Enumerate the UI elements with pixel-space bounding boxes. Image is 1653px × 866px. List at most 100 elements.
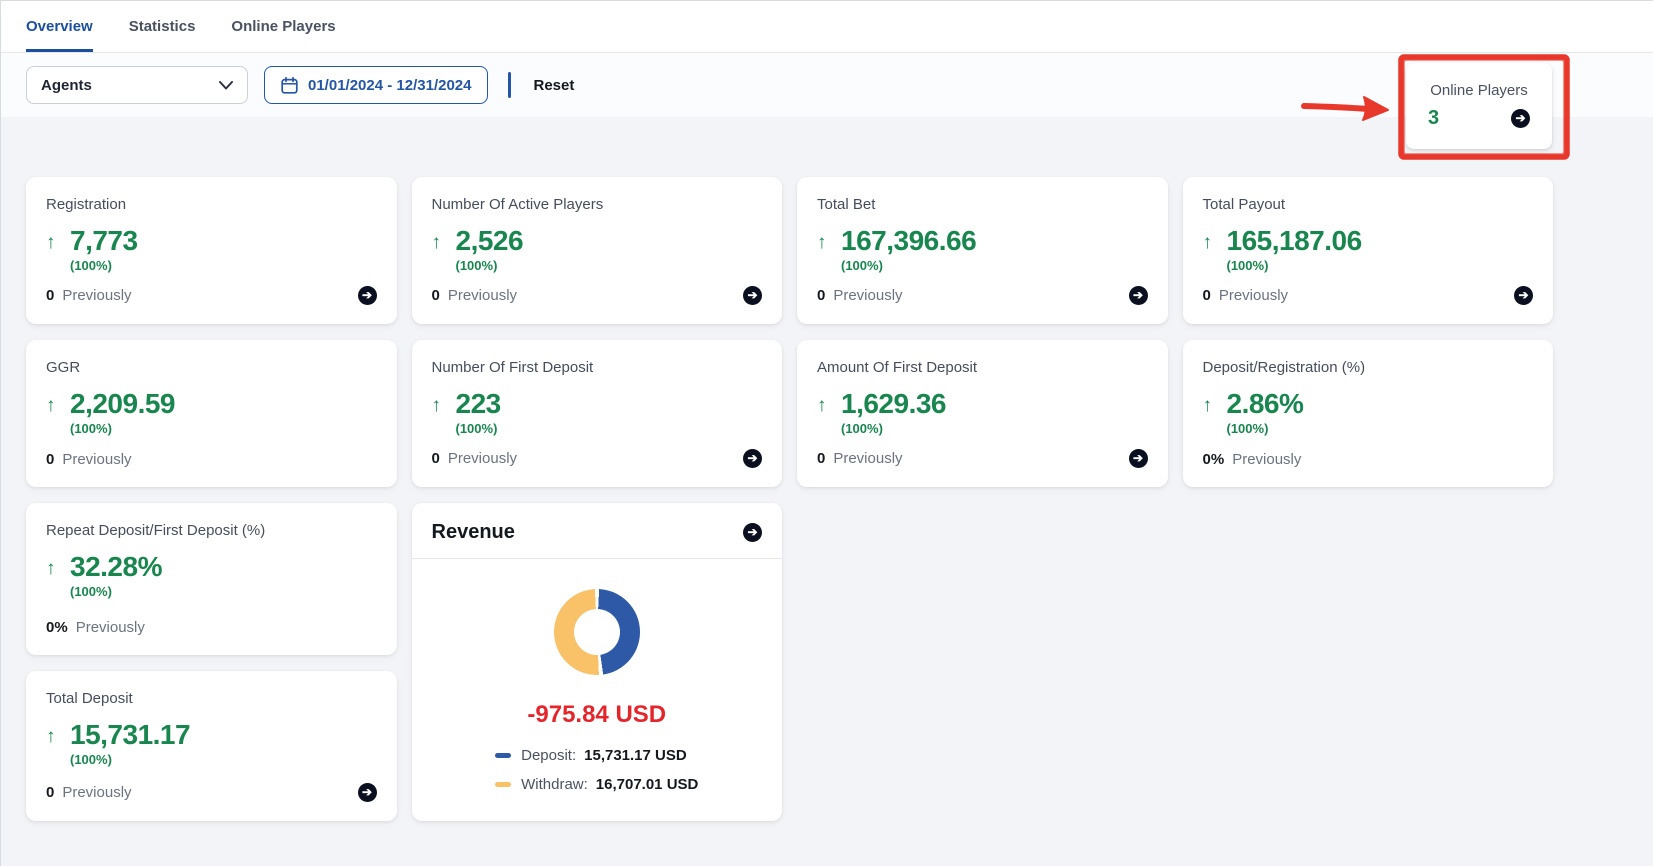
- card-title: Number Of Active Players: [432, 196, 763, 213]
- stat-card-registration: Registration ↑ 7,773 (100%) 0 Previously…: [26, 177, 397, 324]
- tab-statistics[interactable]: Statistics: [129, 1, 196, 52]
- up-arrow-icon: ↑: [817, 230, 841, 256]
- revenue-legend: Deposit: 15,731.17 USD Withdraw: 16,707.…: [495, 747, 698, 793]
- date-range-value: 01/01/2024 - 12/31/2024: [308, 77, 471, 94]
- previous-label: Previously: [62, 287, 131, 304]
- stat-card-total-payout: Total Payout ↑ 165,187.06 (100%) 0 Previ…: [1183, 177, 1554, 324]
- legend-value: 15,731.17 USD: [584, 747, 687, 764]
- card-value: 15,731.17: [70, 720, 190, 750]
- legend-item-deposit: Deposit: 15,731.17 USD: [495, 747, 698, 764]
- card-value: 165,187.06: [1227, 226, 1362, 256]
- arrow-circle-icon[interactable]: ➔: [743, 523, 762, 542]
- card-value: 223: [456, 389, 501, 419]
- filter-divider: [508, 72, 511, 98]
- card-percent: (100%): [70, 752, 190, 767]
- arrow-circle-icon[interactable]: ➔: [1511, 109, 1530, 128]
- previous-value: 0: [432, 287, 440, 304]
- previous-value: 0%: [1203, 451, 1225, 468]
- stat-card-first-deposit-amount: Amount Of First Deposit ↑ 1,629.36 (100%…: [797, 340, 1168, 487]
- tab-overview[interactable]: Overview: [26, 1, 93, 52]
- card-title: Repeat Deposit/First Deposit (%): [46, 522, 377, 539]
- card-title: Total Bet: [817, 196, 1148, 213]
- arrow-circle-icon[interactable]: ➔: [743, 449, 762, 468]
- card-percent: (100%): [70, 258, 138, 273]
- online-players-card: Online Players 3 ➔: [1406, 63, 1552, 149]
- previous-value: 0%: [46, 619, 68, 636]
- calendar-icon: [281, 77, 298, 94]
- legend-item-withdraw: Withdraw: 16,707.01 USD: [495, 776, 698, 793]
- card-value: 7,773: [70, 226, 138, 256]
- withdraw-legend-marker: [495, 782, 511, 787]
- card-value: 2,526: [456, 226, 524, 256]
- card-value: 32.28%: [70, 552, 162, 582]
- legend-value: 16,707.01 USD: [596, 776, 699, 793]
- previous-label: Previously: [833, 450, 902, 467]
- arrow-circle-icon[interactable]: ➔: [1514, 286, 1533, 305]
- arrow-circle-icon[interactable]: ➔: [743, 286, 762, 305]
- stat-card-first-deposit-count: Number Of First Deposit ↑ 223 (100%) 0 P…: [412, 340, 783, 487]
- date-range-picker[interactable]: 01/01/2024 - 12/31/2024: [264, 66, 488, 104]
- arrow-circle-icon[interactable]: ➔: [358, 286, 377, 305]
- online-players-label: Online Players: [1424, 82, 1534, 99]
- previous-label: Previously: [833, 287, 902, 304]
- up-arrow-icon: ↑: [1203, 393, 1227, 419]
- card-value: 1,629.36: [841, 389, 946, 419]
- agents-dropdown-label: Agents: [41, 77, 92, 94]
- card-percent: (100%): [1227, 421, 1304, 436]
- card-title: Amount Of First Deposit: [817, 359, 1148, 376]
- revenue-donut-chart: [554, 589, 640, 675]
- previous-label: Previously: [448, 450, 517, 467]
- card-percent: (100%): [841, 258, 976, 273]
- card-percent: (100%): [456, 421, 501, 436]
- stat-card-total-bet: Total Bet ↑ 167,396.66 (100%) 0 Previous…: [797, 177, 1168, 324]
- tab-online-players[interactable]: Online Players: [231, 1, 335, 52]
- revenue-card: Revenue ➔ -975.84 USD Deposit: 15,731.17…: [412, 503, 783, 821]
- up-arrow-icon: ↑: [432, 393, 456, 419]
- revenue-net-value: -975.84 USD: [527, 701, 666, 729]
- stat-card-active-players: Number Of Active Players ↑ 2,526 (100%) …: [412, 177, 783, 324]
- up-arrow-icon: ↑: [46, 556, 70, 582]
- card-title: Number Of First Deposit: [432, 359, 763, 376]
- previous-value: 0: [1203, 287, 1211, 304]
- stat-card-ggr: GGR ↑ 2,209.59 (100%) 0 Previously: [26, 340, 397, 487]
- previous-value: 0: [817, 287, 825, 304]
- arrow-circle-icon[interactable]: ➔: [1129, 286, 1148, 305]
- stat-card-deposit-registration: Deposit/Registration (%) ↑ 2.86% (100%) …: [1183, 340, 1554, 487]
- arrow-circle-icon[interactable]: ➔: [1129, 449, 1148, 468]
- card-title: GGR: [46, 359, 377, 376]
- previous-label: Previously: [62, 451, 131, 468]
- previous-label: Previously: [76, 619, 145, 636]
- deposit-legend-marker: [495, 753, 511, 758]
- up-arrow-icon: ↑: [46, 724, 70, 750]
- online-players-value: 3: [1428, 107, 1439, 130]
- legend-label: Deposit:: [521, 747, 576, 764]
- card-percent: (100%): [70, 421, 175, 436]
- card-percent: (100%): [841, 421, 946, 436]
- stat-card-repeat-deposit: Repeat Deposit/First Deposit (%) ↑ 32.28…: [26, 503, 397, 655]
- dashboard-page: Overview Statistics Online Players Agent…: [0, 0, 1653, 866]
- up-arrow-icon: ↑: [432, 230, 456, 256]
- card-title: Total Payout: [1203, 196, 1534, 213]
- agents-dropdown[interactable]: Agents: [26, 66, 248, 104]
- chevron-down-icon: [219, 81, 233, 90]
- card-title: Total Deposit: [46, 690, 377, 707]
- previous-value: 0: [432, 450, 440, 467]
- previous-value: 0: [46, 287, 54, 304]
- card-value: 2.86%: [1227, 389, 1304, 419]
- previous-label: Previously: [1219, 287, 1288, 304]
- previous-label: Previously: [62, 784, 131, 801]
- reset-button[interactable]: Reset: [533, 77, 574, 94]
- stat-card-total-deposit: Total Deposit ↑ 15,731.17 (100%) 0 Previ…: [26, 671, 397, 821]
- legend-label: Withdraw:: [521, 776, 588, 793]
- card-title: Deposit/Registration (%): [1203, 359, 1534, 376]
- arrow-circle-icon[interactable]: ➔: [358, 783, 377, 802]
- up-arrow-icon: ↑: [46, 230, 70, 256]
- up-arrow-icon: ↑: [817, 393, 841, 419]
- previous-label: Previously: [1232, 451, 1301, 468]
- up-arrow-icon: ↑: [46, 393, 70, 419]
- card-value: 2,209.59: [70, 389, 175, 419]
- cards-area: Registration ↑ 7,773 (100%) 0 Previously…: [1, 117, 1653, 839]
- previous-value: 0: [817, 450, 825, 467]
- up-arrow-icon: ↑: [1203, 230, 1227, 256]
- revenue-title: Revenue: [432, 521, 515, 544]
